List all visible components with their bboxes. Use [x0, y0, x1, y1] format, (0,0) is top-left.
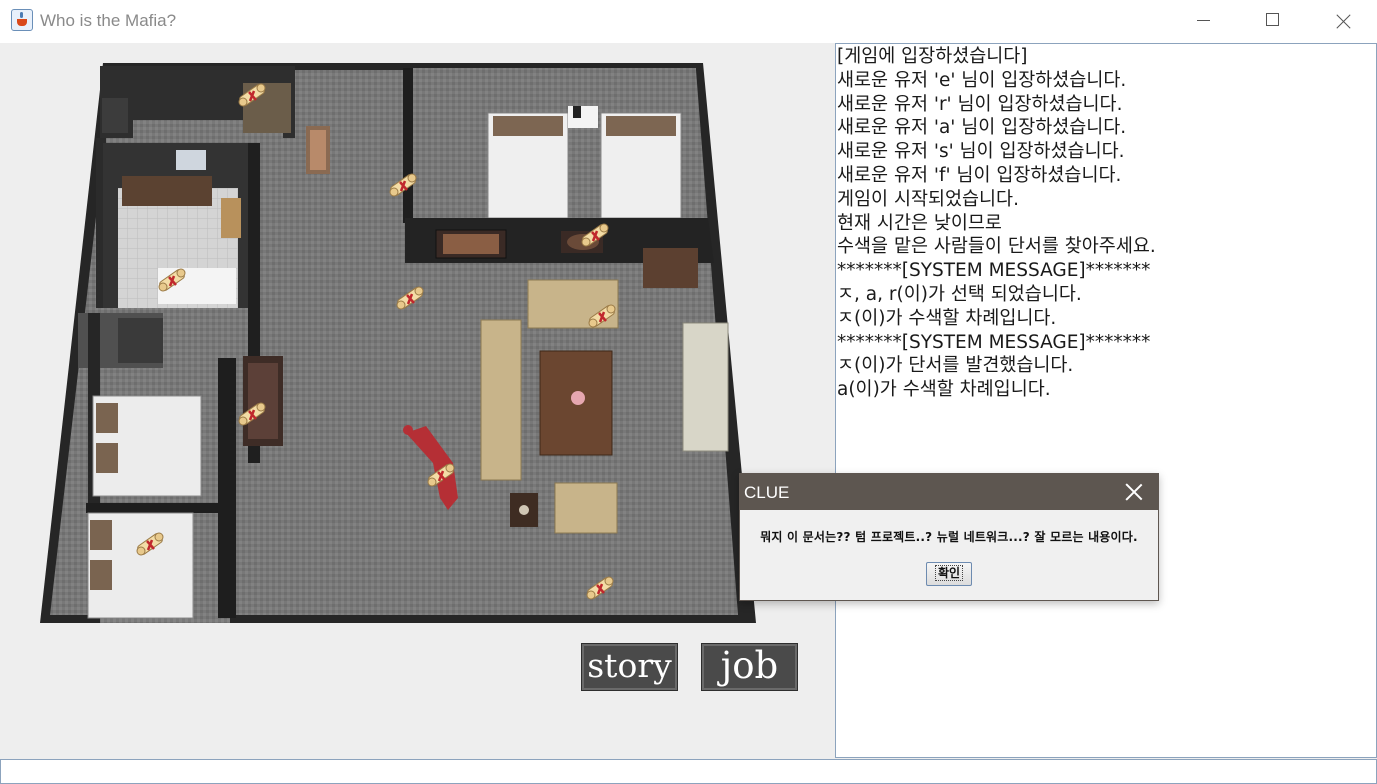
title-bar: Who is the Mafia?: [0, 0, 1377, 43]
dialog-close-icon[interactable]: [1120, 478, 1148, 506]
chat-line: *******[SYSTEM MESSAGE]*******: [837, 331, 1151, 353]
chat-line: ㅈ, a, r(이)가 선택 되었습니다.: [837, 283, 1082, 305]
dialog-title: CLUE: [744, 483, 790, 502]
chat-line: [게임에 입장하셨습니다]: [837, 46, 1028, 67]
chat-line: 새로운 유저 'e' 님이 입장하셨습니다.: [837, 69, 1127, 91]
chat-line: 현재 시간은 낮이므로: [837, 212, 1002, 234]
chat-line: ㅈ(이)가 수색할 차례입니다.: [837, 307, 1057, 329]
game-map: [40, 63, 756, 623]
window-title: Who is the Mafia?: [40, 11, 177, 30]
chat-line: 수색을 맡은 사람들이 단서를 찾아주세요.: [837, 236, 1156, 258]
dialog-message: 뭐지 이 문서는?? 텀 프로젝트..? 뉴럴 네트워크...? 잘 모르는 내…: [760, 530, 1138, 544]
ok-button[interactable]: 확인: [926, 562, 972, 586]
chat-line: 새로운 유저 'a' 님이 입장하셨습니다.: [837, 117, 1127, 139]
chat-line: *******[SYSTEM MESSAGE]*******: [837, 260, 1151, 282]
chat-line: 새로운 유저 'f' 님이 입장하셨습니다.: [837, 164, 1122, 186]
clue-dialog: CLUE 뭐지 이 문서는?? 텀 프로젝트..? 뉴럴 네트워크...? 잘 …: [739, 473, 1159, 601]
chat-line: 새로운 유저 's' 님이 입장하셨습니다.: [837, 141, 1125, 163]
chat-line: a(이)가 수색할 차례입니다.: [837, 379, 1051, 401]
chat-line: ㅈ(이)가 단서를 발견했습니다.: [837, 355, 1074, 377]
chat-line: 게임이 시작되었습니다.: [837, 188, 1019, 210]
job-button[interactable]: job: [701, 643, 798, 691]
maximize-icon[interactable]: [1250, 6, 1296, 36]
minimize-icon[interactable]: [1180, 6, 1226, 36]
java-cup-icon: [11, 9, 33, 31]
chat-log[interactable]: [게임에 입장하셨습니다] 새로운 유저 'e' 님이 입장하셨습니다. 새로운…: [835, 43, 1377, 758]
story-button[interactable]: story: [581, 643, 678, 691]
close-icon[interactable]: [1320, 6, 1366, 36]
chat-input[interactable]: [0, 759, 1377, 784]
chat-line: 새로운 유저 'r' 님이 입장하셨습니다.: [837, 93, 1123, 115]
ok-button-label: 확인: [934, 565, 964, 581]
dialog-header: CLUE: [740, 474, 1158, 510]
